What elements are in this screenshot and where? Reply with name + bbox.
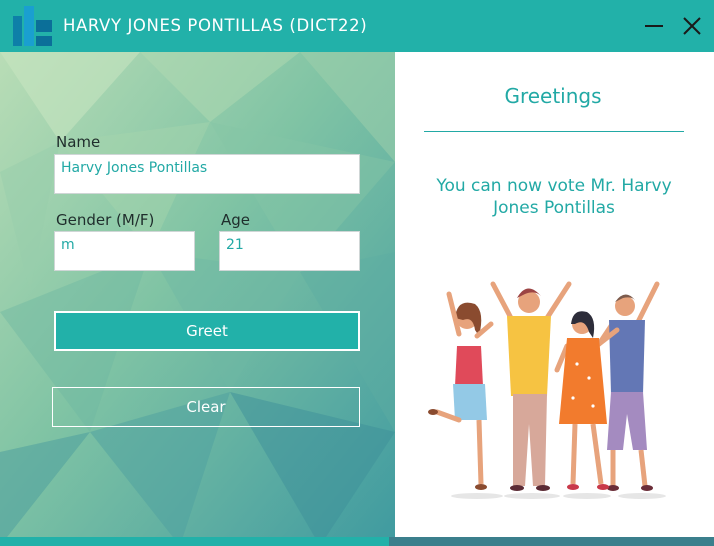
clear-button[interactable]: Clear: [52, 387, 360, 427]
name-input[interactable]: Harvy Jones Pontillas: [54, 154, 360, 194]
low-poly-background: [0, 52, 395, 546]
form-panel: Name Harvy Jones Pontillas Gender (M/F) …: [0, 52, 395, 546]
minimize-icon: [645, 25, 663, 27]
title-bar[interactable]: HARVY JONES PONTILLAS (DICT22): [0, 0, 714, 52]
celebrating-people-illustration: [428, 281, 666, 499]
name-label: Name: [56, 133, 101, 151]
app-logo: [13, 6, 52, 46]
greeting-panel: Greetings You can now vote Mr. Harvy Jon…: [395, 52, 714, 537]
title-divider: [424, 131, 684, 132]
app-window: HARVY JONES PONTILLAS (DICT22) Name Harv…: [0, 0, 714, 546]
gender-label: Gender (M/F): [56, 211, 155, 229]
close-button[interactable]: [681, 15, 703, 37]
gender-input[interactable]: m: [54, 231, 195, 271]
greet-button[interactable]: Greet: [54, 311, 360, 351]
window-title: HARVY JONES PONTILLAS (DICT22): [63, 16, 368, 35]
bottom-accent-bar: [0, 537, 389, 546]
age-input[interactable]: 21: [219, 231, 360, 271]
close-icon: [683, 17, 701, 35]
greetings-title: Greetings: [504, 84, 602, 108]
greeting-message: You can now vote Mr. Harvy Jones Pontill…: [436, 176, 672, 218]
age-label: Age: [221, 211, 251, 229]
minimize-button[interactable]: [643, 15, 665, 37]
